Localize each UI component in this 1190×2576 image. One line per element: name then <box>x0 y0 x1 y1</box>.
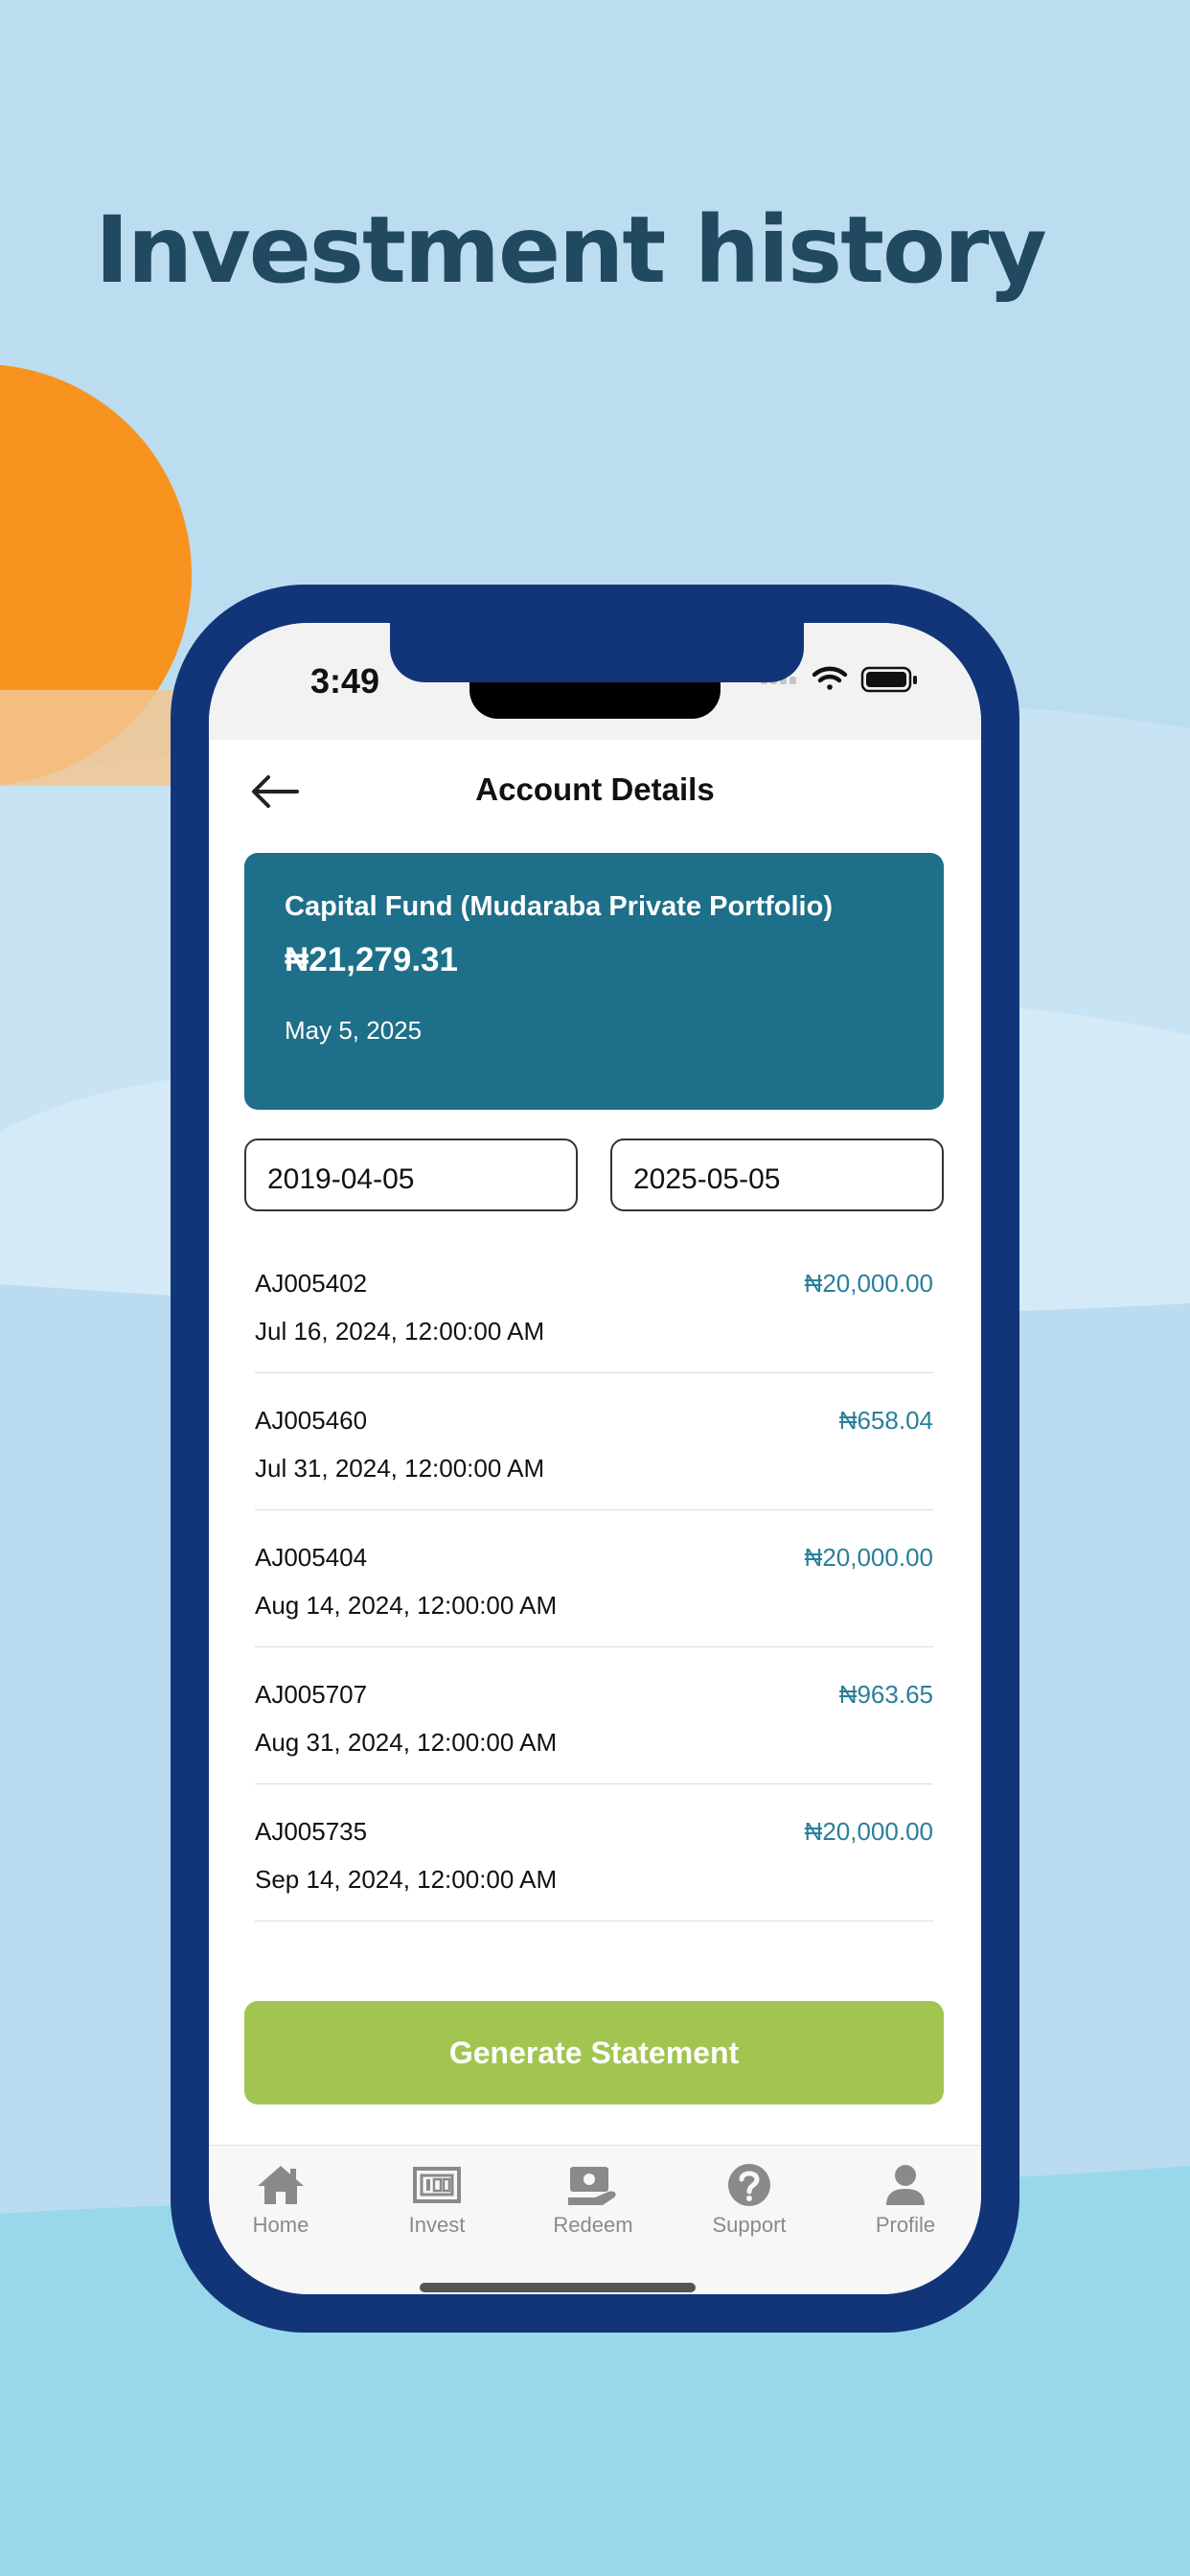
tab-support[interactable]: Support <box>692 2163 807 2238</box>
transaction-id: AJ005707 <box>255 1680 368 1709</box>
dynamic-island <box>469 682 721 719</box>
transaction-amount: ₦658.04 <box>838 1406 933 1435</box>
transaction-row[interactable]: AJ005707 Aug 31, 2024, 12:00:00 AM ₦963.… <box>255 1647 933 1784</box>
tab-redeem[interactable]: Redeem <box>536 2163 651 2238</box>
start-date-field[interactable]: 2019-04-05 <box>244 1138 578 1211</box>
money-hand-icon <box>568 2167 616 2205</box>
home-indicator <box>420 2283 696 2292</box>
transaction-amount: ₦20,000.00 <box>804 1543 933 1572</box>
tab-profile[interactable]: Profile <box>848 2163 963 2238</box>
transaction-date: Sep 14, 2024, 12:00:00 AM <box>255 1865 558 1894</box>
promo-headline-text: Investment history <box>95 196 1047 304</box>
battery-icon <box>860 666 917 693</box>
transaction-list: AJ005402 Jul 16, 2024, 12:00:00 AM ₦20,0… <box>255 1236 933 1921</box>
notch-frame <box>390 623 804 682</box>
fund-summary-card: Capital Fund (Mudaraba Private Portfolio… <box>244 853 944 1110</box>
fund-balance: ₦21,279.31 <box>285 941 458 978</box>
transaction-row[interactable]: AJ005404 Aug 14, 2024, 12:00:00 AM ₦20,0… <box>255 1510 933 1647</box>
transaction-amount: ₦20,000.00 <box>804 1269 933 1298</box>
transaction-id: AJ005404 <box>255 1543 368 1572</box>
person-icon <box>886 2165 925 2205</box>
transaction-date: Aug 31, 2024, 12:00:00 AM <box>255 1728 558 1757</box>
transaction-id: AJ005402 <box>255 1269 368 1298</box>
transaction-date: Jul 31, 2024, 12:00:00 AM <box>255 1454 545 1483</box>
question-circle-icon <box>728 2164 770 2206</box>
status-bar: 3:49 <box>209 623 981 740</box>
app-screen: 3:49 Account Details Capital Fund (Mudar… <box>209 623 981 2294</box>
transaction-date: Aug 14, 2024, 12:00:00 AM <box>255 1591 558 1620</box>
phone-mockup: 3:49 Account Details Capital Fund (Mudar… <box>171 585 1019 2333</box>
end-date-field[interactable]: 2025-05-05 <box>610 1138 944 1211</box>
tab-label: Home <box>252 2213 309 2237</box>
wifi-icon <box>812 666 848 690</box>
transaction-row[interactable]: AJ005735 Sep 14, 2024, 12:00:00 AM ₦20,0… <box>255 1784 933 1921</box>
transaction-date: Jul 16, 2024, 12:00:00 AM <box>255 1317 545 1346</box>
fund-date: May 5, 2025 <box>285 1016 423 1045</box>
tab-label: Support <box>712 2213 787 2237</box>
tab-label: Profile <box>875 2213 936 2237</box>
transaction-row[interactable]: AJ005402 Jul 16, 2024, 12:00:00 AM ₦20,0… <box>255 1236 933 1373</box>
transaction-id: AJ005735 <box>255 1817 368 1846</box>
transaction-id: AJ005460 <box>255 1406 368 1435</box>
home-icon <box>258 2166 304 2204</box>
transaction-amount: ₦963.65 <box>838 1680 933 1709</box>
tab-home[interactable]: Home <box>223 2163 338 2238</box>
generate-statement-button[interactable]: Generate Statement <box>244 2001 944 2104</box>
banknote-icon <box>413 2167 461 2203</box>
fund-name: Capital Fund (Mudaraba Private Portfolio… <box>285 891 833 922</box>
page-title: Account Details <box>475 771 715 807</box>
tab-label: Redeem <box>553 2213 633 2237</box>
tab-invest[interactable]: Invest <box>379 2163 494 2238</box>
bottom-tab-bar: Home Invest Redeem Support Profile <box>209 2145 981 2294</box>
transaction-row[interactable]: AJ005460 Jul 31, 2024, 12:00:00 AM ₦658.… <box>255 1373 933 1510</box>
status-time: 3:49 <box>310 661 380 701</box>
tab-label: Invest <box>408 2213 466 2237</box>
transaction-amount: ₦20,000.00 <box>804 1817 933 1846</box>
promo-headline: Investment history <box>0 196 1190 304</box>
